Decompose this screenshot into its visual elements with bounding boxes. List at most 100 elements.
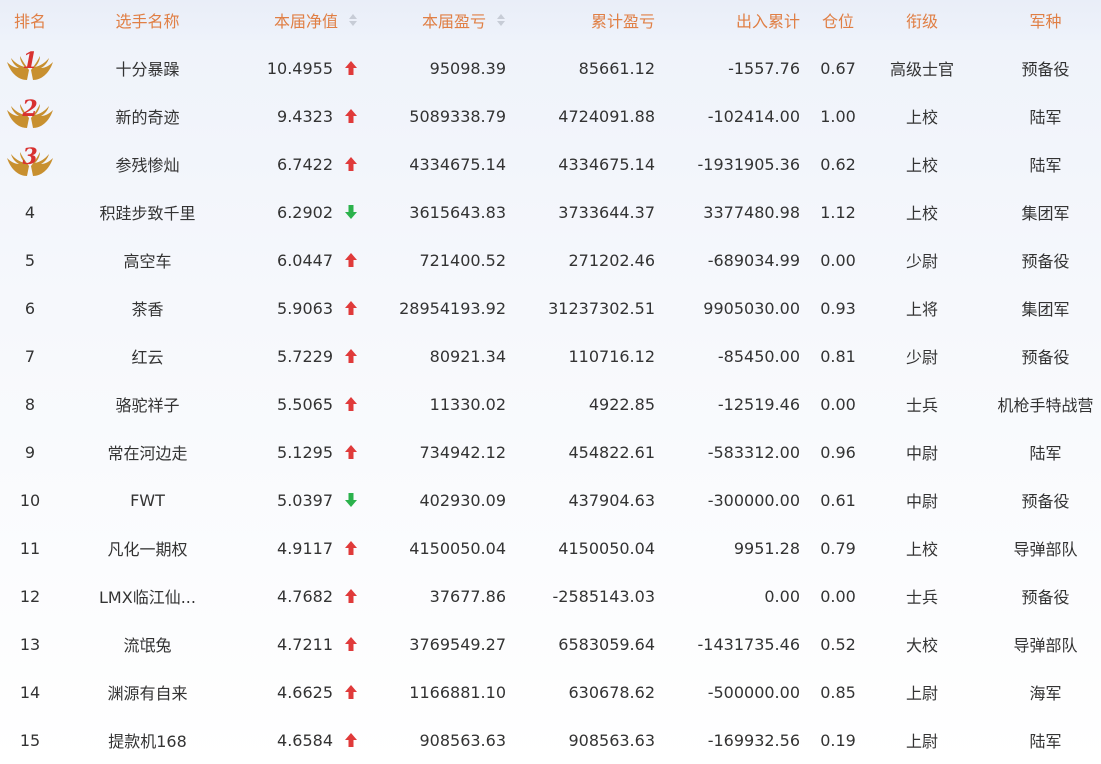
rank-number: 1 bbox=[22, 48, 38, 74]
nav-value: 10.4955 bbox=[266, 58, 333, 78]
table-row[interactable]: 14 渊源有自来 4.6625 1166881.10 630678.62 -500000.… bbox=[0, 668, 1101, 716]
cumulative-pl: 4150050.04 bbox=[558, 538, 655, 558]
table-row[interactable]: 11 凡化一期权 4.9117 4150050.04 4150050.04 9951.28… bbox=[0, 524, 1101, 572]
table-row[interactable]: 3 参残惨灿 6.7422 4334675.14 4334675.14 -1931905.… bbox=[0, 140, 1101, 188]
ranking-table: 排名 选手名称 本届净值 本届盈亏 累计盈亏 出入累计 仓位 衔级 军种 1 十分… bbox=[0, 0, 1101, 764]
rank-number: 2 bbox=[22, 96, 38, 122]
player-name[interactable]: 凡化一期权 bbox=[75, 524, 220, 572]
header-grade: 衔级 bbox=[905, 12, 938, 31]
inout-cumulative: 9905030.00 bbox=[703, 298, 800, 318]
nav-value: 4.6584 bbox=[277, 730, 333, 750]
rank-number: 3 bbox=[22, 144, 38, 170]
cumulative-pl: 3733644.37 bbox=[558, 202, 655, 222]
table-row[interactable]: 8 骆驼祥子 5.5065 11330.02 4922.85 -12519.46 0.00 士… bbox=[0, 380, 1101, 428]
table-row[interactable]: 9 常在河边走 5.1295 734942.12 454822.61 -583312.00… bbox=[0, 428, 1101, 476]
cumulative-pl: 31237302.51 bbox=[548, 298, 655, 318]
rank-cell: 9 bbox=[24, 442, 36, 462]
nav-value: 4.9117 bbox=[277, 538, 333, 558]
player-name[interactable]: 骆驼祥子 bbox=[75, 380, 220, 428]
position-ratio: 0.19 bbox=[820, 730, 856, 750]
player-name[interactable]: 茶香 bbox=[75, 284, 220, 332]
player-name[interactable]: 流氓兔 bbox=[75, 620, 220, 668]
inout-cumulative: -500000.00 bbox=[707, 682, 800, 702]
position-ratio: 0.52 bbox=[820, 634, 856, 654]
arrow-up-icon bbox=[341, 668, 361, 716]
nav-value: 5.7229 bbox=[277, 346, 333, 366]
player-name[interactable]: 红云 bbox=[75, 332, 220, 380]
inout-cumulative: 9951.28 bbox=[733, 538, 800, 558]
table-row[interactable]: 7 红云 5.7229 80921.34 110716.12 -85450.00 0.81 少… bbox=[0, 332, 1101, 380]
inout-cumulative: -169932.56 bbox=[707, 730, 800, 750]
grade: 上校 bbox=[905, 156, 938, 175]
cumulative-pl: 908563.63 bbox=[568, 730, 655, 750]
player-name[interactable]: 积跬步致千里 bbox=[75, 188, 220, 236]
player-name[interactable]: 高空车 bbox=[75, 236, 220, 284]
medal-icon: 1 bbox=[3, 48, 57, 86]
rank-cell: 6 bbox=[24, 298, 36, 318]
cumulative-pl: -2585143.03 bbox=[552, 586, 655, 606]
arrow-up-icon bbox=[341, 380, 361, 428]
player-name[interactable]: FWT bbox=[75, 476, 220, 524]
rank-cell: 14 bbox=[19, 682, 41, 702]
header-name: 选手名称 bbox=[115, 12, 180, 31]
header-pl-sortable[interactable]: 本届盈亏 bbox=[370, 0, 506, 40]
table-row[interactable]: 10 FWT 5.0397 402930.09 437904.63 -300000.00 0… bbox=[0, 476, 1101, 524]
player-name[interactable]: 十分暴躁 bbox=[75, 44, 220, 92]
grade: 士兵 bbox=[905, 396, 938, 415]
army-branch: 预备役 bbox=[1021, 492, 1070, 511]
position-ratio: 1.00 bbox=[820, 106, 856, 126]
period-pl: 721400.52 bbox=[419, 250, 506, 270]
table-row[interactable]: 15 提款机168 4.6584 908563.63 908563.63 -169932.… bbox=[0, 716, 1101, 764]
table-row[interactable]: 6 茶香 5.9063 28954193.92 31237302.51 9905030.0… bbox=[0, 284, 1101, 332]
header-cum: 累计盈亏 bbox=[590, 12, 655, 31]
army-branch: 预备役 bbox=[1021, 252, 1070, 271]
table-row[interactable]: 5 高空车 6.0447 721400.52 271202.46 -689034.99 0.… bbox=[0, 236, 1101, 284]
sort-icon[interactable] bbox=[348, 13, 358, 27]
table-row[interactable]: 4 积跬步致千里 6.2902 3615643.83 3733644.37 3377480… bbox=[0, 188, 1101, 236]
cumulative-pl: 110716.12 bbox=[568, 346, 655, 366]
army-branch: 导弹部队 bbox=[1013, 636, 1078, 655]
rank-cell: 15 bbox=[19, 730, 41, 750]
nav-value: 5.0397 bbox=[277, 490, 333, 510]
arrow-up-icon bbox=[341, 524, 361, 572]
inout-cumulative: -300000.00 bbox=[707, 490, 800, 510]
position-ratio: 0.93 bbox=[820, 298, 856, 318]
position-ratio: 0.85 bbox=[820, 682, 856, 702]
cumulative-pl: 4922.85 bbox=[588, 394, 655, 414]
position-ratio: 0.79 bbox=[820, 538, 856, 558]
sort-icon[interactable] bbox=[496, 13, 506, 27]
rank-cell: 10 bbox=[19, 490, 41, 510]
table-row[interactable]: 13 流氓兔 4.7211 3769549.27 6583059.64 -1431735.… bbox=[0, 620, 1101, 668]
rank-cell: 4 bbox=[24, 202, 36, 222]
period-pl: 11330.02 bbox=[429, 394, 506, 414]
player-name[interactable]: 新的奇迹 bbox=[75, 92, 220, 140]
table-row[interactable]: 2 新的奇迹 9.4323 5089338.79 4724091.88 -102414.0… bbox=[0, 92, 1101, 140]
header-army: 军种 bbox=[1029, 12, 1062, 31]
cumulative-pl: 454822.61 bbox=[568, 442, 655, 462]
nav-value: 5.5065 bbox=[277, 394, 333, 414]
grade: 士兵 bbox=[905, 588, 938, 607]
rank-cell: 12 bbox=[19, 586, 41, 606]
player-name[interactable]: LMX临江仙... bbox=[75, 572, 220, 620]
player-name[interactable]: 提款机168 bbox=[75, 716, 220, 764]
army-branch: 海军 bbox=[1029, 684, 1062, 703]
arrow-down-icon bbox=[341, 188, 361, 236]
table-row[interactable]: 12 LMX临江仙... 4.7682 37677.86 -2585143.03 0.00… bbox=[0, 572, 1101, 620]
period-pl: 402930.09 bbox=[419, 490, 506, 510]
player-name[interactable]: 常在河边走 bbox=[75, 428, 220, 476]
army-branch: 陆军 bbox=[1029, 108, 1062, 127]
medal-icon: 3 bbox=[3, 144, 57, 182]
period-pl: 3769549.27 bbox=[409, 634, 506, 654]
medal-icon: 2 bbox=[3, 96, 57, 134]
grade: 高级士官 bbox=[889, 60, 954, 79]
cumulative-pl: 4334675.14 bbox=[558, 154, 655, 174]
table-row[interactable]: 1 十分暴躁 10.4955 95098.39 85661.12 -1557.76 0.67… bbox=[0, 44, 1101, 92]
period-pl: 1166881.10 bbox=[409, 682, 506, 702]
cumulative-pl: 4724091.88 bbox=[558, 106, 655, 126]
header-pl-label: 本届盈亏 bbox=[421, 12, 486, 31]
header-nav-sortable[interactable]: 本届净值 bbox=[230, 0, 358, 40]
player-name[interactable]: 参残惨灿 bbox=[75, 140, 220, 188]
arrow-up-icon bbox=[341, 572, 361, 620]
inout-cumulative: -583312.00 bbox=[707, 442, 800, 462]
player-name[interactable]: 渊源有自来 bbox=[75, 668, 220, 716]
